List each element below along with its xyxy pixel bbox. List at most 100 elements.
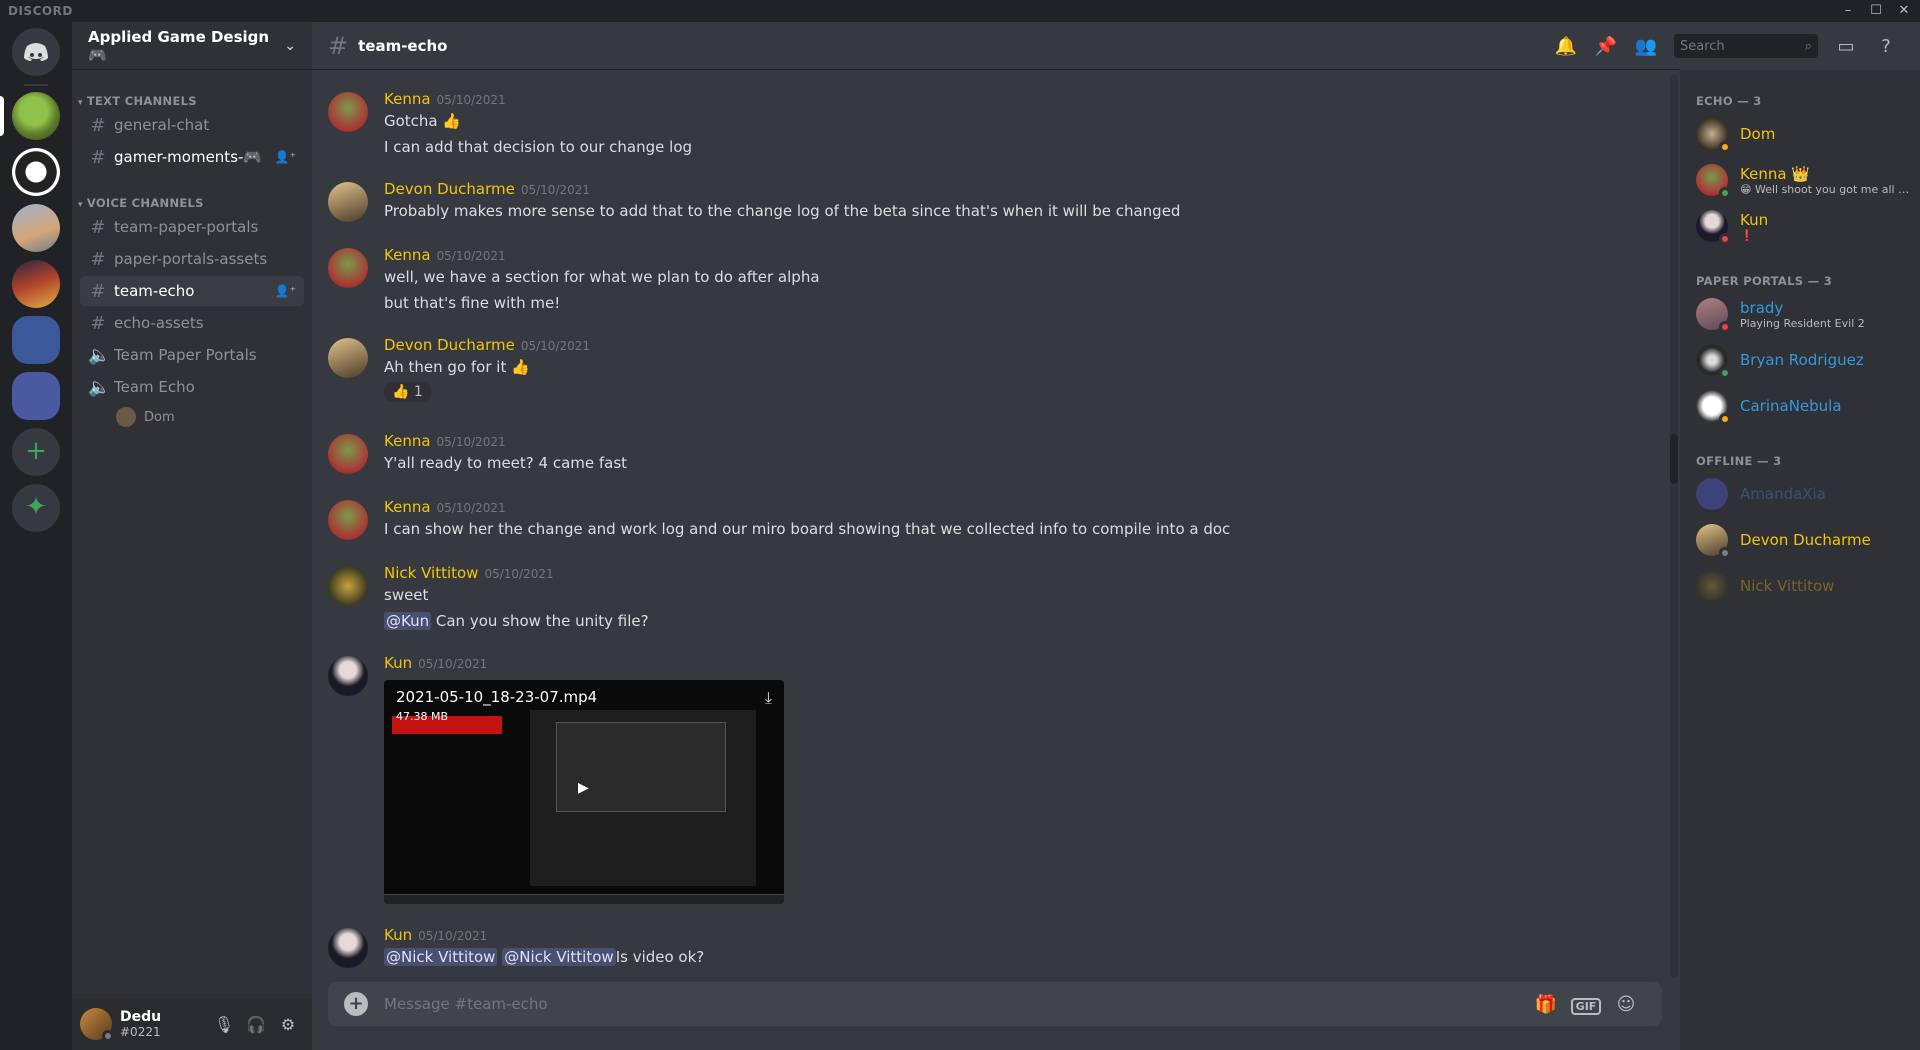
channel-general-chat[interactable]: # general-chat	[80, 110, 304, 140]
message-text: Ah then go for it 👍	[384, 358, 530, 376]
server-applied-game-design[interactable]	[12, 92, 60, 140]
headphones-icon[interactable]: 🎧	[240, 1015, 272, 1034]
message-author[interactable]: Kun	[384, 654, 412, 672]
reaction-count: 1	[413, 384, 423, 400]
avatar[interactable]	[328, 248, 368, 288]
avatar[interactable]	[328, 656, 368, 696]
avatar[interactable]	[328, 338, 368, 378]
message-text: sweet	[384, 586, 429, 604]
message: Devon Ducharme 05/10/2021 Probably makes …	[328, 180, 1628, 224]
explore-servers-button[interactable]: ✦	[12, 484, 60, 532]
message-text: Probably makes more sense to add that to…	[384, 202, 1181, 220]
member-item[interactable]: Nick Vittitow	[1688, 564, 1912, 608]
message-author[interactable]: Kenna	[384, 90, 431, 108]
user-mention[interactable]: @Nick Vittitow	[384, 948, 498, 966]
avatar[interactable]	[80, 1008, 114, 1042]
channel-team-paper-portals[interactable]: # team-paper-portals	[80, 212, 304, 242]
member-item[interactable]: Bryan Rodriguez	[1688, 338, 1912, 382]
channel-team-echo[interactable]: # team-echo 👤⁺	[80, 276, 304, 306]
avatar[interactable]	[328, 566, 368, 606]
speaker-icon: 🔈	[88, 344, 111, 366]
upload-plus-icon[interactable]: +	[344, 992, 368, 1016]
member-custom-status: 😁 Well shoot you got me all y...	[1740, 182, 1910, 196]
members-icon[interactable]: 👥	[1626, 36, 1666, 57]
message-author[interactable]: Devon Ducharme	[384, 180, 515, 198]
avatar[interactable]	[328, 928, 368, 968]
message-author[interactable]: Kenna	[384, 246, 431, 264]
voice-channel-team-echo[interactable]: 🔈 Team Echo	[80, 372, 304, 402]
gear-icon[interactable]: ⚙	[272, 1015, 304, 1034]
server-folder-1[interactable]	[12, 316, 60, 364]
add-member-icon[interactable]: 👤⁺	[275, 284, 296, 298]
message-author[interactable]: Kun	[384, 926, 412, 944]
avatar[interactable]	[328, 434, 368, 474]
message-text: Is video ok?	[615, 948, 705, 966]
microphone-icon[interactable]: 🎙	[208, 1015, 240, 1034]
avatar[interactable]	[328, 182, 368, 222]
server-icon-4[interactable]	[12, 260, 60, 308]
download-icon[interactable]: ⤓	[765, 688, 772, 708]
help-icon[interactable]: ?	[1866, 36, 1906, 57]
scrollbar-thumb[interactable]	[1670, 434, 1678, 484]
video-attachment[interactable]: 2021-05-10_18-23-07.mp4 47.38 MB ▶ ⤓	[384, 680, 784, 904]
server-folder-2[interactable]	[12, 372, 60, 420]
voice-channel-team-paper-portals[interactable]: 🔈 Team Paper Portals	[80, 340, 304, 370]
add-server-button[interactable]: +	[12, 428, 60, 476]
avatar	[1696, 390, 1731, 425]
member-item[interactable]: Devon Ducharme	[1688, 518, 1912, 562]
scrollbar[interactable]	[1670, 74, 1678, 978]
bell-icon[interactable]: 🔔	[1546, 36, 1586, 57]
emoji-icon[interactable]: ☺	[1606, 994, 1646, 1015]
pin-icon[interactable]: 📌	[1586, 36, 1626, 57]
member-item[interactable]: Dom	[1688, 112, 1912, 156]
user-mention[interactable]: @Nick Vittitow	[502, 948, 616, 966]
add-member-icon[interactable]: 👤⁺	[275, 150, 296, 164]
message-input[interactable]: Message #team-echo	[384, 995, 1526, 1013]
maximize-button[interactable]: ☐	[1862, 2, 1890, 20]
category-voice-channels[interactable]: ▾ VOICE CHANNELS	[72, 186, 312, 210]
avatar[interactable]	[328, 92, 368, 132]
member-item[interactable]: Kun ❗	[1688, 204, 1912, 248]
member-item[interactable]: Kenna 👑 😁 Well shoot you got me all y...	[1688, 158, 1912, 202]
voice-user-dom[interactable]: Dom	[116, 404, 304, 430]
member-item[interactable]: AmandaXia	[1688, 472, 1912, 516]
member-name: Kun	[1740, 210, 1769, 229]
message-author[interactable]: Nick Vittitow	[384, 564, 478, 582]
gif-button[interactable]: GIF	[1566, 994, 1606, 1015]
home-button[interactable]	[12, 28, 60, 76]
server-icon-3[interactable]	[12, 204, 60, 252]
message-author[interactable]: Kenna	[384, 432, 431, 450]
member-name: Kenna 👑	[1740, 164, 1810, 183]
member-item[interactable]: CarinaNebula	[1688, 384, 1912, 428]
voice-user-name: Dom	[144, 409, 175, 425]
gift-icon[interactable]: 🎁	[1526, 994, 1566, 1015]
status-indicator	[1719, 321, 1731, 333]
status-indicator	[1719, 547, 1731, 559]
guild-header[interactable]: Applied Game Design 🎮 ⌄	[72, 22, 312, 70]
member-item[interactable]: brady Playing Resident Evil 2	[1688, 292, 1912, 336]
message-author[interactable]: Devon Ducharme	[384, 336, 515, 354]
message-timestamp: 05/10/2021	[418, 657, 488, 671]
search-input[interactable]: Search ⌕	[1674, 34, 1818, 58]
discord-logo-icon	[24, 43, 48, 61]
server-icon-2[interactable]	[12, 148, 60, 196]
channel-paper-portals-assets[interactable]: # paper-portals-assets	[80, 244, 304, 274]
play-icon[interactable]: ▶	[578, 780, 589, 796]
minimize-button[interactable]: –	[1834, 2, 1862, 20]
message: Kun 05/10/2021 @Nick Vittitow @Nick Vitti…	[328, 926, 1628, 970]
close-window-button[interactable]: ✕	[1890, 2, 1918, 20]
channel-echo-assets[interactable]: # echo-assets	[80, 308, 304, 338]
message-text: Gotcha 👍	[384, 112, 462, 130]
avatar[interactable]	[328, 500, 368, 540]
hash-icon: #	[90, 248, 106, 270]
message-author[interactable]: Kenna	[384, 498, 431, 516]
user-mention[interactable]: @Kun	[384, 612, 432, 630]
category-text-channels[interactable]: ▾ TEXT CHANNELS	[72, 84, 312, 108]
hash-icon: #	[90, 146, 106, 168]
channel-gamer-moments[interactable]: # gamer-moments-🎮 👤⁺	[80, 142, 304, 172]
reaction-button[interactable]: 👍 1	[384, 382, 431, 402]
channel-label: paper-portals-assets	[114, 250, 268, 268]
inbox-icon[interactable]: ▭	[1826, 36, 1866, 57]
channel-label: team-paper-portals	[114, 218, 259, 236]
status-indicator	[1719, 187, 1731, 199]
